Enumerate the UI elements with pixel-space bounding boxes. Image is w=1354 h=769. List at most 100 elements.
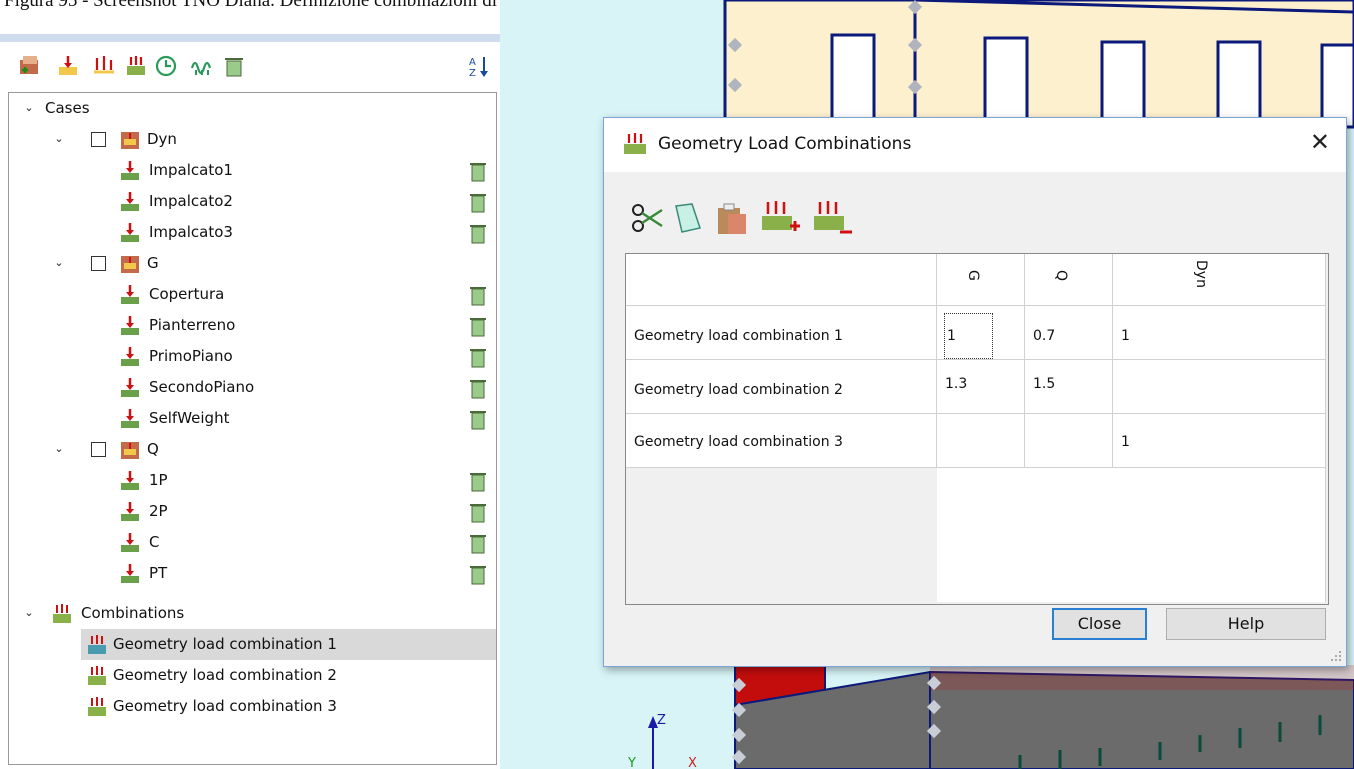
- new-case-icon[interactable]: [18, 54, 42, 78]
- group-checkbox[interactable]: [91, 442, 106, 457]
- tree-group-g[interactable]: ⌄ G: [9, 248, 496, 279]
- load-case-icon: [121, 347, 139, 366]
- table-cell[interactable]: 1.3: [937, 360, 1025, 414]
- delete-icon[interactable]: [469, 377, 487, 399]
- add-combination-icon[interactable]: [760, 200, 800, 236]
- delete-icon[interactable]: [469, 501, 487, 523]
- close-button[interactable]: Close: [1052, 608, 1147, 640]
- delete-icon[interactable]: [469, 563, 487, 585]
- chevron-down-icon[interactable]: ⌄: [23, 102, 35, 114]
- load-case-icon: [121, 316, 139, 335]
- load-case-icon: [121, 161, 139, 180]
- svg-text:A: A: [469, 57, 476, 68]
- delete-icon[interactable]: [222, 54, 246, 78]
- time-icon[interactable]: [154, 54, 178, 78]
- tree-item[interactable]: Impalcato1: [9, 155, 496, 186]
- table-cell[interactable]: 1: [1113, 414, 1326, 468]
- row-header[interactable]: Geometry load combination 3: [626, 414, 937, 468]
- delete-icon[interactable]: [469, 470, 487, 492]
- table-cell[interactable]: [1113, 360, 1326, 414]
- column-header-q[interactable]: Q: [1025, 254, 1113, 306]
- tree-group-dyn[interactable]: ⌄ Dyn: [9, 124, 496, 155]
- case-group-icon: [121, 132, 139, 149]
- table-cell[interactable]: 1.5: [1025, 360, 1113, 414]
- load-icon[interactable]: [56, 54, 80, 78]
- delete-icon[interactable]: [469, 284, 487, 306]
- group-checkbox[interactable]: [91, 132, 106, 147]
- column-header-g[interactable]: G: [937, 254, 1025, 306]
- table-cell[interactable]: 0.7: [1025, 306, 1113, 360]
- delete-icon[interactable]: [469, 346, 487, 368]
- group-checkbox[interactable]: [91, 256, 106, 271]
- delete-icon[interactable]: [469, 532, 487, 554]
- item-label: PrimoPiano: [149, 347, 233, 365]
- chevron-down-icon[interactable]: ⌄: [53, 443, 65, 455]
- dynamic-icon[interactable]: [190, 54, 214, 78]
- remove-combination-icon[interactable]: [812, 200, 852, 236]
- tree-item[interactable]: SelfWeight: [9, 403, 496, 434]
- close-icon[interactable]: ✕: [1310, 128, 1330, 156]
- tree-item[interactable]: 1P: [9, 465, 496, 496]
- tree-item[interactable]: Pianterreno: [9, 310, 496, 341]
- tree-item[interactable]: 2P: [9, 496, 496, 527]
- combination-label: Geometry load combination 1: [113, 635, 337, 653]
- axis-y-label: Y: [627, 756, 636, 769]
- group-label: G: [147, 254, 159, 272]
- table-cell[interactable]: 1: [1113, 306, 1326, 360]
- tree-item[interactable]: Impalcato2: [9, 186, 496, 217]
- tree-item[interactable]: PT: [9, 558, 496, 589]
- sort-az-icon[interactable]: AZ: [467, 54, 491, 78]
- tree-item[interactable]: PrimoPiano: [9, 341, 496, 372]
- table-cell[interactable]: [1025, 414, 1113, 468]
- cell-value: 1: [1121, 328, 1130, 344]
- combination-icon: [624, 133, 646, 154]
- tree-item[interactable]: C: [9, 527, 496, 558]
- delete-icon[interactable]: [469, 160, 487, 182]
- delete-icon[interactable]: [469, 315, 487, 337]
- load-case-icon: [121, 223, 139, 242]
- tree-group-combinations[interactable]: ⌄ Combinations: [9, 598, 496, 629]
- tree-item[interactable]: Copertura: [9, 279, 496, 310]
- item-label: Impalcato2: [149, 192, 233, 210]
- cut-icon[interactable]: [630, 200, 666, 236]
- dialog-titlebar[interactable]: Geometry Load Combinations ✕: [604, 118, 1346, 172]
- delete-icon[interactable]: [469, 222, 487, 244]
- copy-icon[interactable]: [672, 200, 708, 236]
- load-case-icon: [121, 564, 139, 583]
- group-label: Dyn: [147, 130, 177, 148]
- tree-root-cases[interactable]: ⌄ Cases: [9, 93, 496, 124]
- tree-item[interactable]: SecondoPiano: [9, 372, 496, 403]
- item-label: Copertura: [149, 285, 225, 303]
- tree-item[interactable]: Impalcato3: [9, 217, 496, 248]
- help-button[interactable]: Help: [1166, 608, 1326, 640]
- combinations-table: G Q Dyn Geometry load combination 1 1 0.…: [625, 253, 1329, 605]
- column-header-label: Q: [1053, 270, 1069, 282]
- item-label: Pianterreno: [149, 316, 236, 334]
- delete-icon[interactable]: [469, 191, 487, 213]
- tree-group-q[interactable]: ⌄ Q: [9, 434, 496, 465]
- column-header-dyn[interactable]: Dyn: [1113, 254, 1326, 306]
- column-header-label: Dyn: [1193, 260, 1209, 288]
- paste-icon[interactable]: [714, 200, 750, 236]
- table-empty-area: [937, 468, 1326, 602]
- chevron-down-icon[interactable]: ⌄: [23, 607, 35, 619]
- geometry-load-combinations-dialog: Geometry Load Combinations ✕ G Q Dyn Geo…: [603, 117, 1347, 667]
- point-loads-icon[interactable]: [92, 54, 116, 78]
- combination-item[interactable]: Geometry load combination 2: [81, 660, 496, 691]
- chevron-down-icon[interactable]: ⌄: [53, 257, 65, 269]
- item-label: C: [149, 533, 160, 551]
- combination-item[interactable]: Geometry load combination 1: [81, 629, 496, 660]
- combination-icon: [53, 604, 71, 623]
- table-cell[interactable]: [937, 414, 1025, 468]
- load-case-icon: [121, 192, 139, 211]
- column-header-label: G: [965, 270, 981, 281]
- combination-icon[interactable]: [124, 54, 148, 78]
- combination-item[interactable]: Geometry load combination 3: [81, 691, 496, 722]
- row-header[interactable]: Geometry load combination 2: [626, 360, 937, 414]
- table-cell[interactable]: 1: [937, 306, 1025, 360]
- delete-icon[interactable]: [469, 408, 487, 430]
- resize-grip-icon[interactable]: [1330, 650, 1342, 662]
- chevron-down-icon[interactable]: ⌄: [53, 133, 65, 145]
- item-label: Impalcato3: [149, 223, 233, 241]
- row-header[interactable]: Geometry load combination 1: [626, 306, 937, 360]
